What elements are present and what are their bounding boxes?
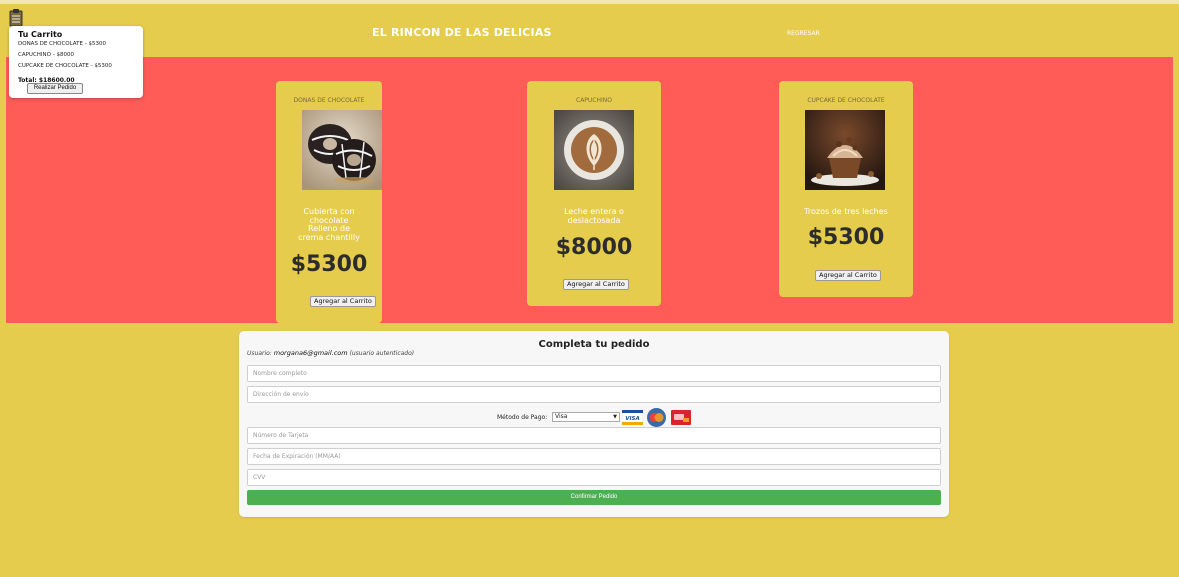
product-description-1: Leche entera o deslactosada xyxy=(564,207,624,225)
card-icon xyxy=(671,410,691,425)
user-prefix: Usuario: xyxy=(247,350,272,357)
cart-item: CUPCAKE DE CHOCOLATE - $5300 xyxy=(18,63,112,69)
chevron-down-icon: ▼ xyxy=(613,414,617,420)
product-price: $5300 xyxy=(807,225,885,250)
cupcake-image-icon xyxy=(805,110,885,190)
product-description-1: Trozos de tres leches xyxy=(804,207,888,216)
product-image-donas xyxy=(302,110,382,190)
product-description-1: Cubierta con chocolate xyxy=(303,207,355,225)
site-title: EL RINCON DE LAS DELICIAS xyxy=(372,26,552,39)
product-name: DONAS DE CHOCOLATE xyxy=(293,97,365,104)
product-image-cupcake xyxy=(805,110,885,190)
product-image-capuchino xyxy=(554,110,634,190)
visa-icon: VISA xyxy=(622,410,643,425)
add-to-cart-button-cupcake[interactable]: Agregar al Carrito xyxy=(815,270,881,281)
confirm-order-button[interactable]: Confirmar Pedido xyxy=(247,490,941,505)
add-to-cart-button-capuchino[interactable]: Agregar al Carrito xyxy=(563,279,629,290)
full-name-input[interactable] xyxy=(247,365,941,382)
payment-method-select[interactable]: Visa ▼ xyxy=(552,412,620,422)
cart-item: CAPUCHINO - $8000 xyxy=(18,52,74,58)
address-input[interactable] xyxy=(247,386,941,403)
donut-image-icon xyxy=(302,110,382,190)
product-name: CUPCAKE DE CHOCOLATE xyxy=(807,97,885,104)
cappuccino-image-icon xyxy=(554,110,634,190)
product-price: $8000 xyxy=(555,235,633,260)
product-card-cupcake: CUPCAKE DE CHOCOLATE Trozos de tres lech… xyxy=(779,81,913,297)
expiry-date-input[interactable] xyxy=(247,448,941,465)
order-form: Completa tu pedido Usuario: morgana6@gma… xyxy=(239,331,949,517)
cart-clipboard-icon[interactable] xyxy=(9,8,23,27)
user-email: morgana6@gmail.com xyxy=(273,349,348,357)
svg-text:VISA: VISA xyxy=(625,416,640,422)
user-status: (usuario autenticado) xyxy=(349,350,415,357)
cart-items: DONAS DE CHOCOLATE - $5300 CAPUCHINO - $… xyxy=(18,39,112,72)
back-link[interactable]: REGRESAR xyxy=(787,30,820,37)
cart-title: Tu Carrito xyxy=(18,30,63,39)
add-to-cart-button-donas[interactable]: Agregar al Carrito xyxy=(310,296,376,307)
card-number-input[interactable] xyxy=(247,427,941,444)
product-name: CAPUCHINO xyxy=(576,97,612,104)
cart-item: DONAS DE CHOCOLATE - $5300 xyxy=(18,41,106,47)
payment-method-value: Visa xyxy=(555,413,568,420)
site-header: EL RINCON DE LAS DELICIAS REGRESAR xyxy=(0,4,1179,57)
product-price: $5300 xyxy=(290,252,368,277)
payment-method-row: Método de Pago: Visa ▼ VISA xyxy=(239,408,949,427)
product-card-capuchino: CAPUCHINO Leche entera o deslactosada $8… xyxy=(527,81,661,306)
place-order-button[interactable]: Realizar Pedido xyxy=(27,83,83,94)
user-info: Usuario: morgana6@gmail.com (usuario aut… xyxy=(247,349,414,357)
product-card-donas: DONAS DE CHOCOLATE Cubierta con chocolat… xyxy=(276,81,382,323)
mastercard-icon xyxy=(647,408,666,427)
product-description-2: Relleno de crema chantilly xyxy=(298,224,360,242)
payment-method-label: Método de Pago: xyxy=(497,414,548,421)
cvv-input[interactable] xyxy=(247,469,941,486)
